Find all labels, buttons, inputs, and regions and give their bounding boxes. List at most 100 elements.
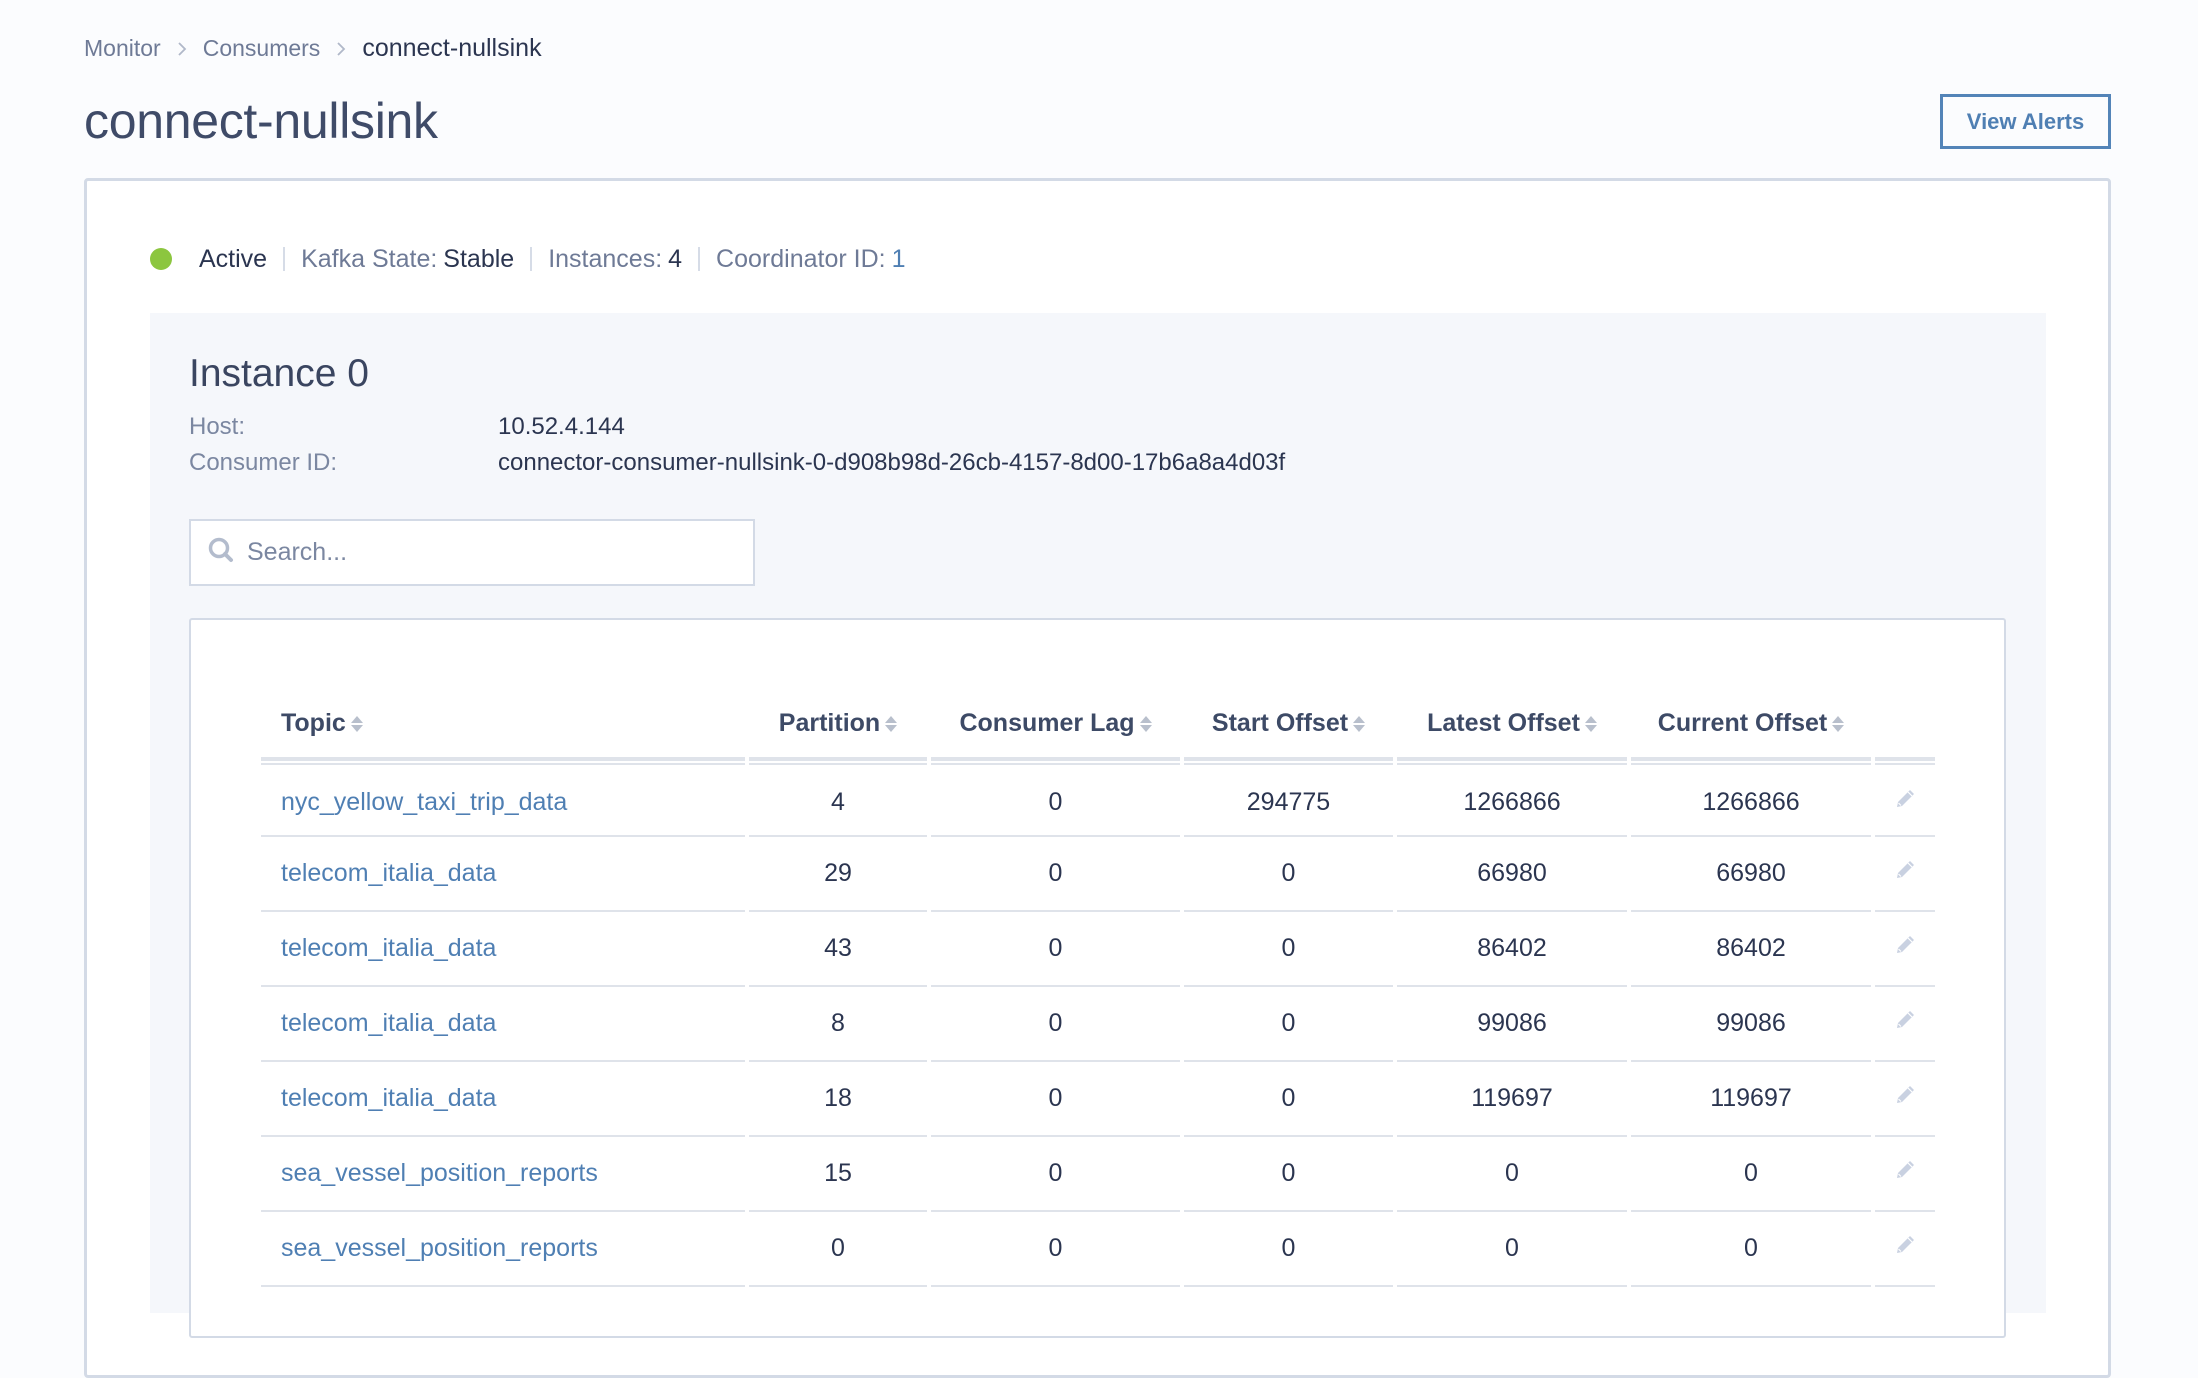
pencil-icon[interactable] [1893,1233,1917,1264]
divider [283,247,286,271]
table-header-row: Topic Partition Consumer Lag Start Offse… [261,690,1935,765]
pencil-icon[interactable] [1893,1008,1917,1039]
current-offset-cell: 1266866 [1631,761,1871,837]
pencil-icon[interactable] [1893,858,1917,889]
current-offset-cell: 0 [1631,1137,1871,1212]
current-offset-cell: 99086 [1631,987,1871,1062]
consumer-lag-cell: 0 [931,912,1180,987]
start-offset-cell: 294775 [1184,761,1393,837]
consumer-lag-cell: 0 [931,837,1180,912]
host-row: Host: 10.52.4.144 [189,413,625,441]
coordinator-id-label: Coordinator ID: [716,244,886,273]
instance-title: Instance 0 [189,352,369,395]
start-offset-cell: 0 [1184,1062,1393,1137]
topic-cell: telecom_italia_data [261,1062,745,1137]
actions-cell [1875,987,1935,1062]
column-header-start-offset[interactable]: Start Offset [1184,690,1393,765]
current-offset-cell: 119697 [1631,1062,1871,1137]
consumer-lag-cell: 0 [931,761,1180,837]
chevron-right-icon [336,41,346,57]
actions-cell [1875,912,1935,987]
breadcrumb-monitor[interactable]: Monitor [84,35,161,62]
consumer-lag-cell: 0 [931,1212,1180,1287]
column-header-latest-offset[interactable]: Latest Offset [1397,690,1627,765]
search-input[interactable] [245,537,729,568]
status-dot-icon [150,248,172,270]
column-header-consumer-lag[interactable]: Consumer Lag [931,690,1180,765]
actions-cell [1875,1212,1935,1287]
sort-icon[interactable] [1832,716,1845,733]
topic-cell: telecom_italia_data [261,987,745,1062]
host-value: 10.52.4.144 [498,413,625,440]
topic-link[interactable]: telecom_italia_data [281,859,496,887]
start-offset-cell: 0 [1184,1212,1393,1287]
breadcrumb-consumers[interactable]: Consumers [203,35,321,62]
sort-icon[interactable] [1139,716,1152,733]
kafka-state-label: Kafka State: [301,244,438,273]
current-offset-cell: 0 [1631,1212,1871,1287]
topic-link[interactable]: telecom_italia_data [281,1084,496,1112]
table-row: telecom_italia_data 18 0 0 119697 119697 [261,1062,1935,1137]
status-summary: Active Kafka State: Stable Instances: 4 … [150,244,905,274]
start-offset-cell: 0 [1184,837,1393,912]
column-header-current-offset[interactable]: Current Offset [1631,690,1871,765]
latest-offset-cell: 86402 [1397,912,1627,987]
topic-cell: sea_vessel_position_reports [261,1137,745,1212]
pencil-icon[interactable] [1893,933,1917,964]
column-header-partition[interactable]: Partition [749,690,927,765]
partition-cell: 18 [749,1062,927,1137]
pencil-icon[interactable] [1893,787,1917,818]
latest-offset-cell: 1266866 [1397,761,1627,837]
actions-cell [1875,1137,1935,1212]
table-row: sea_vessel_position_reports 15 0 0 0 0 [261,1137,1935,1212]
start-offset-cell: 0 [1184,912,1393,987]
view-alerts-button[interactable]: View Alerts [1940,94,2111,149]
sort-icon[interactable] [885,716,898,733]
partition-cell: 8 [749,987,927,1062]
current-offset-cell: 66980 [1631,837,1871,912]
instances-value: 4 [668,244,683,273]
divider [530,247,533,271]
topic-link[interactable]: sea_vessel_position_reports [281,1159,598,1187]
chevron-right-icon [177,41,187,57]
pencil-icon[interactable] [1893,1158,1917,1189]
host-label: Host: [189,413,246,440]
consumer-lag-cell: 0 [931,987,1180,1062]
partition-cell: 15 [749,1137,927,1212]
search-field[interactable] [189,519,755,586]
topic-cell: sea_vessel_position_reports [261,1212,745,1287]
consumer-id-label: Consumer ID: [189,449,338,476]
instances-label: Instances: [548,244,663,273]
consumer-lag-cell: 0 [931,1137,1180,1212]
latest-offset-cell: 0 [1397,1212,1627,1287]
start-offset-cell: 0 [1184,987,1393,1062]
consumer-id-row: Consumer ID: connector-consumer-nullsink… [189,449,1285,477]
table-row: telecom_italia_data 43 0 0 86402 86402 [261,912,1935,987]
table-row: telecom_italia_data 8 0 0 99086 99086 [261,987,1935,1062]
breadcrumb: Monitor Consumers connect-nullsink [84,34,542,63]
partition-cell: 29 [749,837,927,912]
actions-cell [1875,837,1935,912]
sort-icon[interactable] [1584,716,1597,733]
column-header-actions [1875,690,1935,765]
topic-link[interactable]: nyc_yellow_taxi_trip_data [281,788,567,816]
topic-cell: telecom_italia_data [261,912,745,987]
sort-icon[interactable] [1353,716,1366,733]
topic-cell: nyc_yellow_taxi_trip_data [261,761,745,837]
actions-cell [1875,761,1935,837]
topic-link[interactable]: sea_vessel_position_reports [281,1234,598,1262]
sort-icon[interactable] [350,716,363,733]
latest-offset-cell: 99086 [1397,987,1627,1062]
column-header-topic[interactable]: Topic [261,690,745,765]
status-state: Active [199,244,268,273]
pencil-icon[interactable] [1893,1083,1917,1114]
divider [698,247,701,271]
topic-link[interactable]: telecom_italia_data [281,1009,496,1037]
topics-table: Topic Partition Consumer Lag Start Offse… [257,690,1939,1287]
latest-offset-cell: 119697 [1397,1062,1627,1137]
start-offset-cell: 0 [1184,1137,1393,1212]
topic-link[interactable]: telecom_italia_data [281,934,496,962]
table-row: nyc_yellow_taxi_trip_data 4 0 294775 126… [261,761,1935,837]
page-title: connect-nullsink [84,93,438,149]
coordinator-id-value[interactable]: 1 [892,245,906,274]
